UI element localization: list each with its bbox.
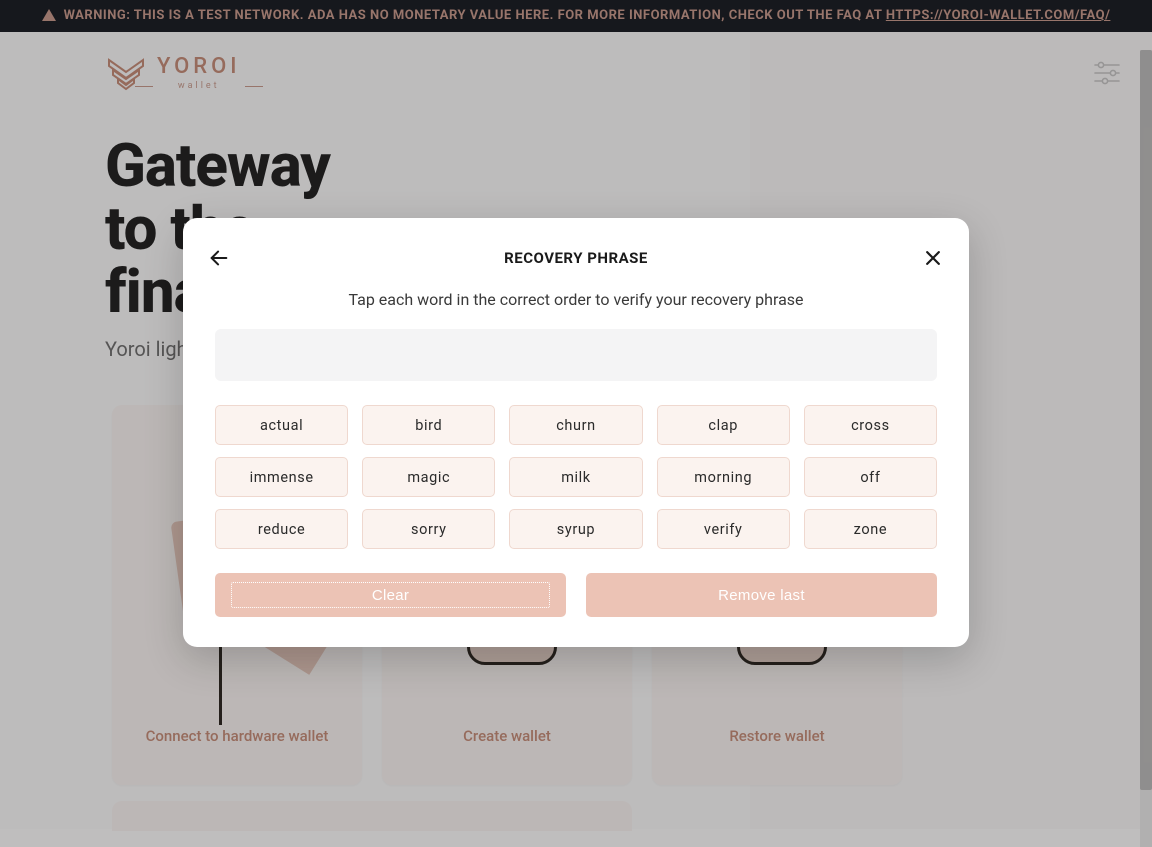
modal-action-row: Clear Remove last [215,573,937,617]
word-chip-off[interactable]: off [804,457,937,497]
clear-button[interactable]: Clear [215,573,566,617]
word-chip-sorry[interactable]: sorry [362,509,495,549]
word-chip-reduce[interactable]: reduce [215,509,348,549]
word-chip-milk[interactable]: milk [509,457,642,497]
word-chip-bird[interactable]: bird [362,405,495,445]
back-button[interactable] [205,244,233,272]
modal-subtitle: Tap each word in the correct order to ve… [215,290,937,309]
word-chip-churn[interactable]: churn [509,405,642,445]
recovery-phrase-modal: RECOVERY PHRASE Tap each word in the cor… [183,218,969,647]
word-chip-actual[interactable]: actual [215,405,348,445]
word-grid: actual bird churn clap cross immense mag… [215,405,937,549]
selected-phrase-box [215,329,937,381]
word-chip-immense[interactable]: immense [215,457,348,497]
word-chip-zone[interactable]: zone [804,509,937,549]
remove-last-button[interactable]: Remove last [586,573,937,617]
close-button[interactable] [919,244,947,272]
word-chip-cross[interactable]: cross [804,405,937,445]
word-chip-verify[interactable]: verify [657,509,790,549]
word-chip-morning[interactable]: morning [657,457,790,497]
modal-header: RECOVERY PHRASE [215,244,937,272]
word-chip-syrup[interactable]: syrup [509,509,642,549]
modal-backdrop[interactable]: RECOVERY PHRASE Tap each word in the cor… [0,0,1152,847]
word-chip-clap[interactable]: clap [657,405,790,445]
word-chip-magic[interactable]: magic [362,457,495,497]
modal-title: RECOVERY PHRASE [504,249,648,267]
